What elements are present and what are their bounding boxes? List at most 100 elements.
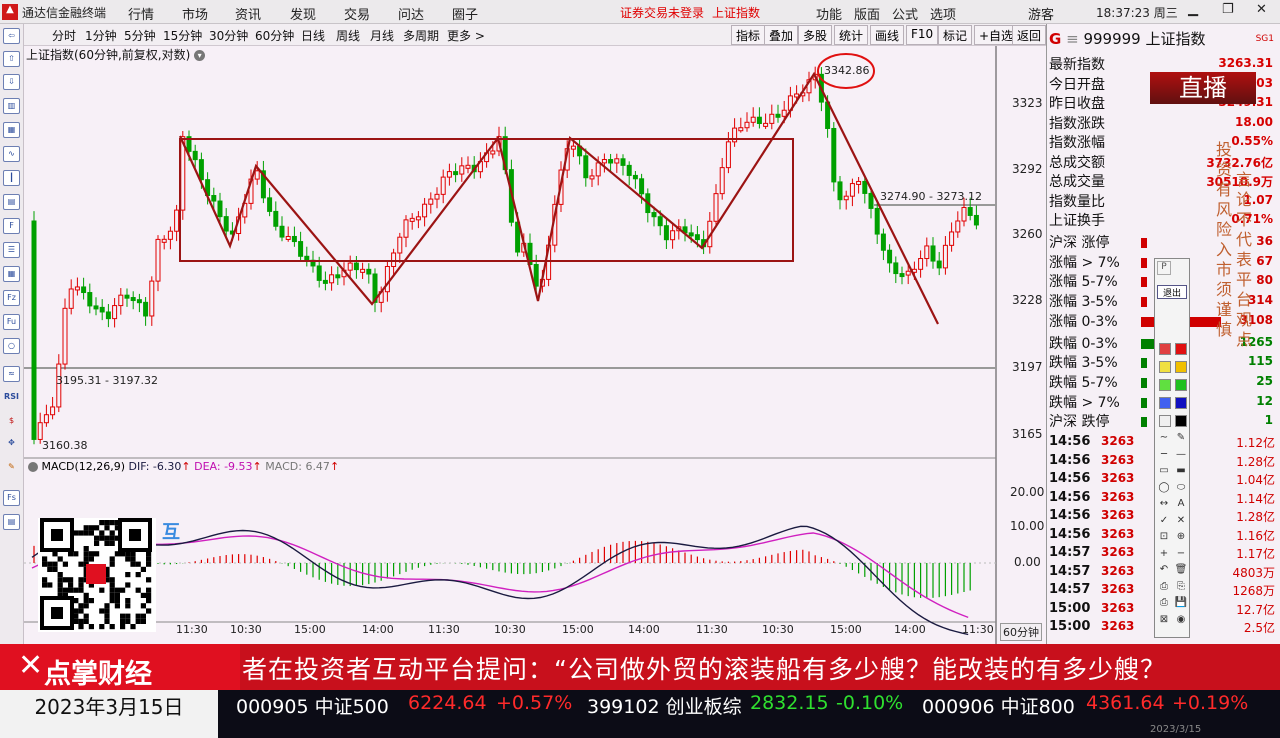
bar-icon[interactable]: ▤ [3, 194, 20, 210]
draw-tool-icon[interactable]: — [1174, 448, 1188, 462]
btn-stats[interactable]: 统计 [834, 25, 869, 45]
palette-p-button[interactable]: P [1157, 261, 1171, 275]
draw-tool-icon[interactable]: 💾 [1174, 596, 1188, 610]
draw-tool-icon[interactable]: 🗑 [1174, 563, 1188, 577]
draw-tool-icon[interactable]: − [1174, 547, 1188, 561]
period-fenshi[interactable]: 分时 [52, 27, 76, 44]
close-icon[interactable]: ✕ [1256, 2, 1267, 17]
color-swatch[interactable] [1159, 397, 1171, 409]
table-icon[interactable]: ▦ [3, 266, 20, 282]
draw-tool-icon[interactable]: ↔ [1157, 497, 1171, 511]
draw-tool-icon[interactable]: ⎙ [1157, 596, 1171, 610]
color-swatch[interactable] [1175, 415, 1187, 427]
draw-tool-icon[interactable]: ◉ [1174, 613, 1188, 627]
menu-item-gongshi[interactable]: 公式 [892, 4, 918, 23]
period-month[interactable]: 月线 [370, 27, 394, 44]
rsi-icon[interactable]: RSI [3, 390, 20, 406]
period-15min[interactable]: 15分钟 [163, 27, 202, 44]
funds-icon[interactable]: Fu [3, 314, 20, 330]
fiz-icon[interactable]: Fz [3, 290, 20, 306]
draw-tool-icon[interactable]: ─ [1157, 448, 1171, 462]
menu-item-wenda[interactable]: 问达 [398, 4, 424, 23]
draw-tool-icon[interactable]: ∼ [1157, 431, 1171, 445]
color-swatch[interactable] [1159, 343, 1171, 355]
arrow-up-icon[interactable]: ⇧ [3, 51, 20, 67]
live-badge[interactable]: 直播 [1150, 72, 1256, 104]
chevron-down-icon[interactable] [28, 462, 38, 472]
menu-item-banmian[interactable]: 版面 [854, 4, 880, 23]
draw-tool-icon[interactable]: ⊠ [1157, 613, 1171, 627]
pencil-icon[interactable]: ✎ [3, 460, 20, 476]
draw-tool-icon[interactable]: A [1174, 497, 1188, 511]
fs-icon[interactable]: Fs [3, 490, 20, 506]
draw-tool-icon[interactable]: ▬ [1174, 464, 1188, 478]
period-60min[interactable]: 60分钟 [255, 27, 294, 44]
period-1min[interactable]: 1分钟 [85, 27, 117, 44]
btn-drawline[interactable]: 画线 [870, 25, 905, 45]
btn-indicator[interactable]: 指标 [731, 25, 766, 45]
candle [794, 93, 800, 98]
menu-item-zixun[interactable]: 资讯 [235, 4, 261, 23]
draw-tool-icon[interactable]: ▭ [1157, 464, 1171, 478]
draw-tool-icon[interactable]: ⬭ [1174, 481, 1188, 495]
candle [719, 167, 725, 195]
list-icon[interactable]: ☰ [3, 242, 20, 258]
menu-item-jiaoyi[interactable]: 交易 [344, 4, 370, 23]
period-more[interactable]: 更多 > [447, 27, 485, 44]
menu-item-quanzi[interactable]: 圈子 [452, 4, 478, 23]
draw-tool-icon[interactable]: ◯ [1157, 481, 1171, 495]
color-swatch[interactable] [1159, 361, 1171, 373]
period-week[interactable]: 周线 [336, 27, 360, 44]
menu-item-shichang[interactable]: 市场 [182, 4, 208, 23]
grid-icon[interactable]: ▦ [3, 122, 20, 138]
kline-icon[interactable]: ┃ [3, 170, 20, 186]
arrow-left-icon[interactable]: ⇦ [3, 28, 20, 44]
circle-icon[interactable]: ○ [3, 338, 20, 354]
login-notice[interactable]: 证券交易未登录 [620, 4, 704, 21]
index-link[interactable]: 上证指数 [712, 4, 760, 21]
draw-tool-icon[interactable]: + [1157, 547, 1171, 561]
draw-tool-icon[interactable]: ✓ [1157, 514, 1171, 528]
draw-tool-icon[interactable]: ⊕ [1174, 530, 1188, 544]
dollar-icon[interactable]: $ [3, 414, 20, 430]
draw-tool-icon[interactable]: ⊡ [1157, 530, 1171, 544]
arrow-down-icon[interactable]: ⇩ [3, 74, 20, 90]
user-label[interactable]: 游客 [1028, 4, 1054, 23]
period-badge[interactable]: 60分钟 [1000, 623, 1042, 641]
color-swatch[interactable] [1159, 415, 1171, 427]
color-swatch[interactable] [1159, 379, 1171, 391]
period-multi[interactable]: 多周期 [403, 27, 439, 44]
btn-f10[interactable]: F10 [906, 25, 939, 45]
palette-exit-button[interactable]: 退出 [1157, 285, 1187, 299]
f10-icon[interactable]: F [3, 218, 20, 234]
draw-tool-icon[interactable]: ⎘ [1174, 580, 1188, 594]
color-swatch[interactable] [1175, 343, 1187, 355]
period-day[interactable]: 日线 [301, 27, 325, 44]
menu-item-xuanxiang[interactable]: 选项 [930, 4, 956, 23]
kline-chart[interactable] [24, 46, 1046, 644]
doc-icon[interactable]: ▤ [3, 514, 20, 530]
btn-multistock[interactable]: 多股 [798, 25, 833, 45]
btn-overlay[interactable]: 叠加 [764, 25, 799, 45]
menu-item-hangqing[interactable]: 行情 [128, 4, 154, 23]
color-swatch[interactable] [1175, 361, 1187, 373]
minimize-icon[interactable]: ▁ [1188, 2, 1198, 17]
wave-icon[interactable]: ≈ [3, 366, 20, 382]
move-icon[interactable]: ✥ [3, 436, 20, 452]
draw-tool-icon[interactable]: ↶ [1157, 563, 1171, 577]
draw-tool-icon[interactable]: ✎ [1174, 431, 1188, 445]
period-30min[interactable]: 30分钟 [209, 27, 248, 44]
color-swatch[interactable] [1175, 379, 1187, 391]
color-swatch[interactable] [1175, 397, 1187, 409]
menu-item-faxian[interactable]: 发现 [290, 4, 316, 23]
menu-lines-icon[interactable]: ≡ [1066, 30, 1079, 48]
draw-tool-icon[interactable]: ⎙ [1157, 580, 1171, 594]
menu-item-gongneng[interactable]: 功能 [816, 4, 842, 23]
restore-icon[interactable]: ❐ [1222, 2, 1234, 17]
btn-back[interactable]: 返回 [1012, 25, 1046, 45]
candles-icon[interactable]: ▥ [3, 98, 20, 114]
btn-mark[interactable]: 标记 [938, 25, 973, 45]
draw-tool-icon[interactable]: ✕ [1174, 514, 1188, 528]
period-5min[interactable]: 5分钟 [124, 27, 156, 44]
trend-icon[interactable]: ∿ [3, 146, 20, 162]
